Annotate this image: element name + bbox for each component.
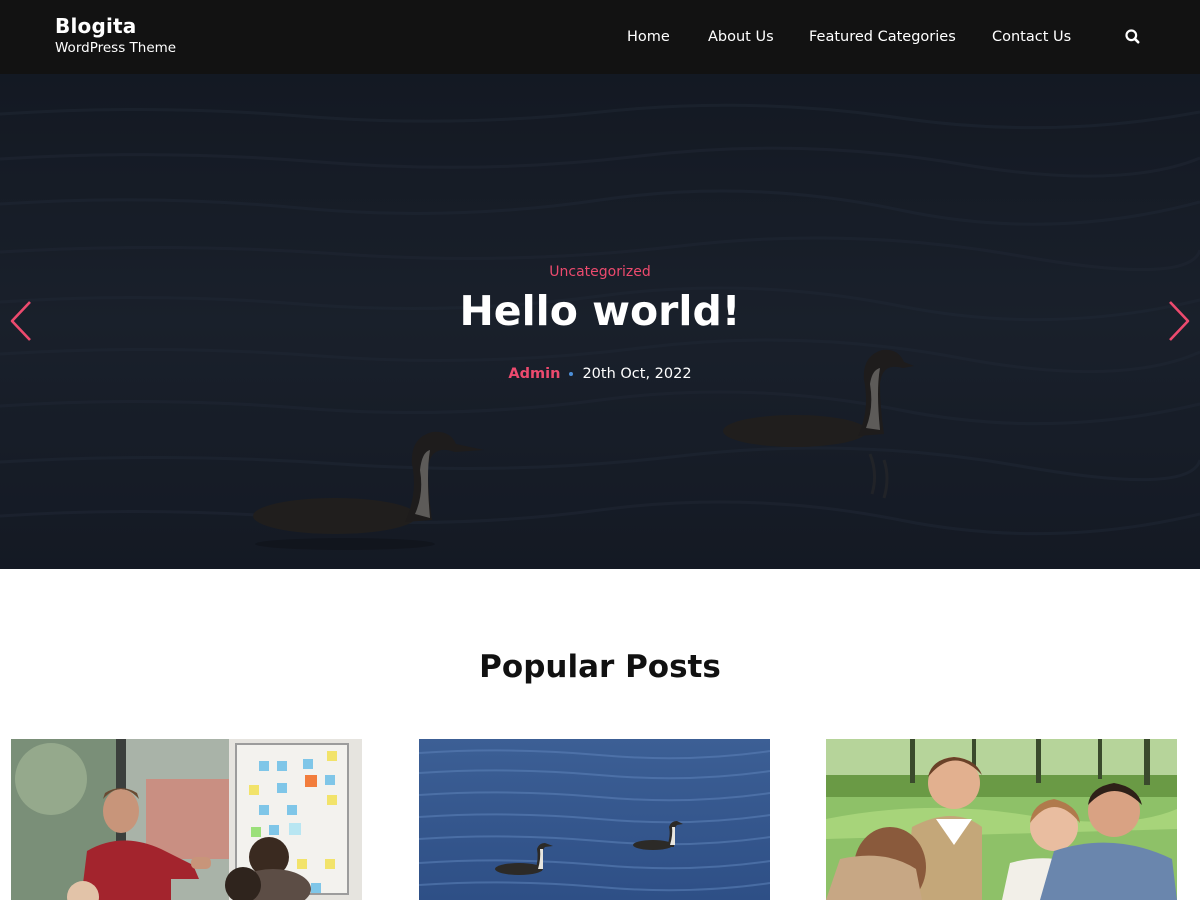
hero-post-category[interactable]: Uncategorized bbox=[0, 263, 1200, 281]
slider-next-button[interactable] bbox=[1167, 299, 1191, 343]
presentation-whiteboard-photo bbox=[11, 739, 362, 900]
nav-item-contact-us[interactable]: Contact Us bbox=[992, 27, 1071, 47]
main-nav: Home About Us Featured Categories Contac… bbox=[0, 27, 1200, 47]
search-button[interactable] bbox=[1124, 28, 1142, 46]
nav-item-about-us[interactable]: About Us bbox=[708, 27, 774, 47]
hero-post-author[interactable]: Admin bbox=[508, 366, 560, 382]
slider-prev-button[interactable] bbox=[9, 299, 33, 343]
ducks-on-water-photo bbox=[419, 739, 770, 900]
hero-slider: Uncategorized Hello world! Admin 20th Oct… bbox=[0, 74, 1200, 569]
hero-post-title[interactable]: Hello world! bbox=[0, 286, 1200, 336]
meta-separator-dot bbox=[569, 372, 574, 376]
family-in-park-photo bbox=[826, 739, 1177, 900]
popular-posts-heading: Popular Posts bbox=[479, 649, 721, 685]
search-icon bbox=[1125, 29, 1140, 44]
nav-item-home[interactable]: Home bbox=[627, 27, 670, 47]
site-header: Blogita WordPress Theme Home About Us Fe… bbox=[0, 0, 1200, 74]
popular-post-card-1[interactable] bbox=[11, 739, 362, 900]
chevron-right-icon bbox=[1169, 301, 1190, 341]
hero-post-date: 20th Oct, 2022 bbox=[582, 366, 692, 382]
nav-item-featured-categories[interactable]: Featured Categories bbox=[809, 27, 956, 47]
popular-post-card-3[interactable] bbox=[826, 739, 1177, 900]
hero-post-meta: Admin 20th Oct, 2022 bbox=[0, 364, 1200, 384]
popular-post-card-2[interactable] bbox=[419, 739, 770, 900]
chevron-left-icon bbox=[10, 301, 31, 341]
